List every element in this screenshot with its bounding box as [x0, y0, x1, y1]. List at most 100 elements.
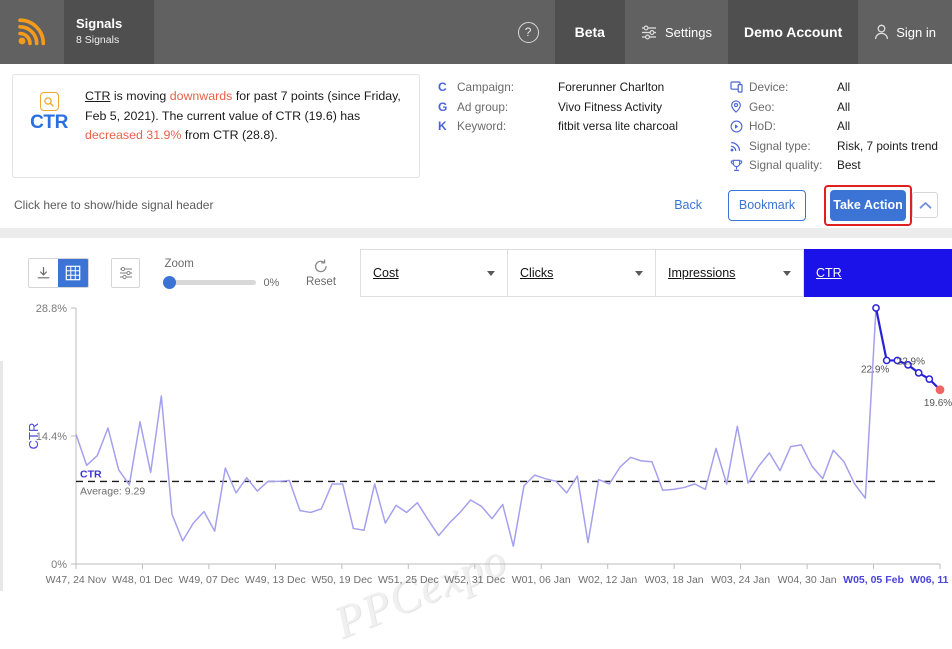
- plot-host: PPCexpo 0%14.4%28.8%CTRW47, 24 NovW48, 0…: [0, 296, 952, 626]
- svg-text:W50, 19 Dec: W50, 19 Dec: [311, 574, 372, 586]
- tab-impressions[interactable]: Impressions: [656, 249, 804, 297]
- svg-text:22.9%: 22.9%: [897, 356, 925, 367]
- zoom-slider-thumb[interactable]: [163, 276, 176, 289]
- tab-cost-label: Cost: [373, 266, 487, 280]
- device-value: All: [837, 80, 850, 94]
- metadata-row-hod: HoD: All: [730, 119, 938, 133]
- metadata-column-right: Device: All Geo: All HoD: All: [730, 80, 938, 182]
- signal-desc-metric: CTR: [85, 89, 110, 103]
- campaign-value: Forerunner Charlton: [558, 80, 664, 94]
- svg-text:W03, 18 Jan: W03, 18 Jan: [645, 574, 704, 586]
- ctr-line-chart: 0%14.4%28.8%CTRW47, 24 NovW48, 01 DecW49…: [0, 296, 952, 626]
- svg-text:W04, 30 Jan: W04, 30 Jan: [778, 574, 837, 586]
- nav-signals-count: 8 Signals: [76, 32, 154, 48]
- nav-spacer: [154, 0, 502, 64]
- metadata-row-signaltype: Signal type: Risk, 7 points trend: [730, 139, 938, 153]
- magnifier-icon: [40, 92, 59, 111]
- svg-text:22.9%: 22.9%: [861, 364, 889, 375]
- chart-panel: Zoom 0% Reset Cost Clicks: [0, 238, 952, 632]
- chart-toolbar: Zoom 0% Reset Cost Clicks: [0, 238, 952, 296]
- zoom-slider[interactable]: [164, 280, 256, 285]
- svg-text:W05, 05 Feb: W05, 05 Feb: [843, 574, 904, 586]
- chart-filter-button[interactable]: [111, 258, 141, 288]
- svg-text:CTR: CTR: [26, 423, 41, 450]
- metadata-row-signalquality: Signal quality: Best: [730, 158, 938, 172]
- help-icon: ?: [518, 22, 539, 43]
- svg-text:W47, 24 Nov: W47, 24 Nov: [46, 574, 107, 586]
- signalquality-label: Signal quality:: [749, 158, 837, 172]
- geo-label: Geo:: [749, 100, 837, 114]
- bookmark-button[interactable]: Bookmark: [728, 190, 806, 221]
- svg-text:W51, 25 Dec: W51, 25 Dec: [378, 574, 439, 586]
- grid-view-button[interactable]: [58, 259, 87, 287]
- reset-button[interactable]: Reset: [302, 259, 340, 288]
- tab-clicks[interactable]: Clicks: [508, 249, 656, 297]
- signaltype-value: Risk, 7 points trend: [837, 139, 938, 153]
- keyword-label: Keyword:: [457, 119, 558, 133]
- geo-pin-icon: [730, 100, 749, 113]
- svg-text:28.8%: 28.8%: [36, 303, 67, 315]
- clock-icon: [730, 120, 749, 133]
- campaign-label: Campaign:: [457, 80, 558, 94]
- reset-label: Reset: [306, 276, 336, 288]
- keyword-value: fitbit versa lite charcoal: [558, 119, 678, 133]
- sliders-icon: [118, 266, 134, 280]
- sliders-icon: [641, 25, 658, 40]
- zoom-slider-row: 0%: [164, 277, 286, 289]
- download-icon: [36, 266, 51, 281]
- campaign-icon: C: [438, 80, 457, 94]
- signin-label: Sign in: [896, 25, 936, 40]
- signal-description: CTR is moving downwards for past 7 point…: [85, 85, 407, 167]
- svg-text:CTR: CTR: [80, 468, 102, 480]
- chevron-up-icon: [919, 201, 932, 210]
- signaltype-label: Signal type:: [749, 139, 837, 153]
- zoom-label: Zoom: [164, 258, 286, 270]
- nav-signals-title: Signals: [76, 16, 154, 32]
- signal-summary-card: CTR CTR is moving downwards for past 7 p…: [12, 74, 420, 178]
- device-label: Device:: [749, 80, 837, 94]
- chevron-down-icon[interactable]: [635, 271, 643, 276]
- collapse-header-button[interactable]: [912, 192, 938, 218]
- signal-metadata: C Campaign: Forerunner Charlton G Ad gro…: [420, 74, 940, 182]
- svg-text:W06, 11 Feb: W06, 11 Feb: [910, 574, 952, 586]
- metric-tab-group: Cost Clicks Impressions CTR: [360, 249, 952, 297]
- help-button[interactable]: ?: [502, 0, 555, 64]
- tab-ctr-label: CTR: [816, 266, 939, 280]
- account-button[interactable]: Demo Account: [728, 0, 858, 64]
- chevron-down-icon[interactable]: [783, 271, 791, 276]
- signal-desc-text1: is moving: [110, 89, 169, 103]
- tab-ctr[interactable]: CTR: [804, 249, 952, 297]
- tab-impressions-label: Impressions: [668, 266, 783, 280]
- settings-button[interactable]: Settings: [625, 0, 728, 64]
- view-mode-toggle-group: [28, 258, 89, 288]
- metadata-row-geo: Geo: All: [730, 100, 938, 114]
- app-logo[interactable]: [0, 0, 64, 64]
- nav-signals-section[interactable]: Signals 8 Signals: [64, 0, 154, 64]
- svg-text:Average: 9.29: Average: 9.29: [80, 485, 145, 497]
- svg-text:0%: 0%: [51, 559, 67, 571]
- chevron-down-icon[interactable]: [487, 271, 495, 276]
- take-action-button[interactable]: Take Action: [830, 190, 906, 221]
- back-link[interactable]: Back: [674, 198, 702, 212]
- adgroup-value: Vivo Fitness Activity: [558, 100, 662, 114]
- ctr-badge: CTR: [25, 89, 73, 137]
- rss-signal-icon: [17, 17, 47, 47]
- signal-header: CTR CTR is moving downwards for past 7 p…: [0, 64, 952, 182]
- ctr-badge-label: CTR: [30, 112, 68, 134]
- signin-button[interactable]: Sign in: [858, 0, 952, 64]
- signalquality-value: Best: [837, 158, 861, 172]
- trophy-icon: [730, 159, 749, 172]
- reset-icon: [313, 259, 329, 274]
- download-button[interactable]: [29, 259, 58, 287]
- metadata-row-keyword: K Keyword: fitbit versa lite charcoal: [438, 119, 730, 133]
- adgroup-label: Ad group:: [457, 100, 558, 114]
- hod-value: All: [837, 119, 850, 133]
- svg-text:W49, 13 Dec: W49, 13 Dec: [245, 574, 306, 586]
- svg-text:W49, 07 Dec: W49, 07 Dec: [179, 574, 240, 586]
- adgroup-icon: G: [438, 100, 457, 114]
- beta-button[interactable]: Beta: [555, 0, 625, 64]
- toggle-header-hint[interactable]: Click here to show/hide signal header: [14, 198, 213, 212]
- keyword-icon: K: [438, 119, 457, 133]
- tab-cost[interactable]: Cost: [360, 249, 508, 297]
- signal-desc-direction: downwards: [170, 89, 233, 103]
